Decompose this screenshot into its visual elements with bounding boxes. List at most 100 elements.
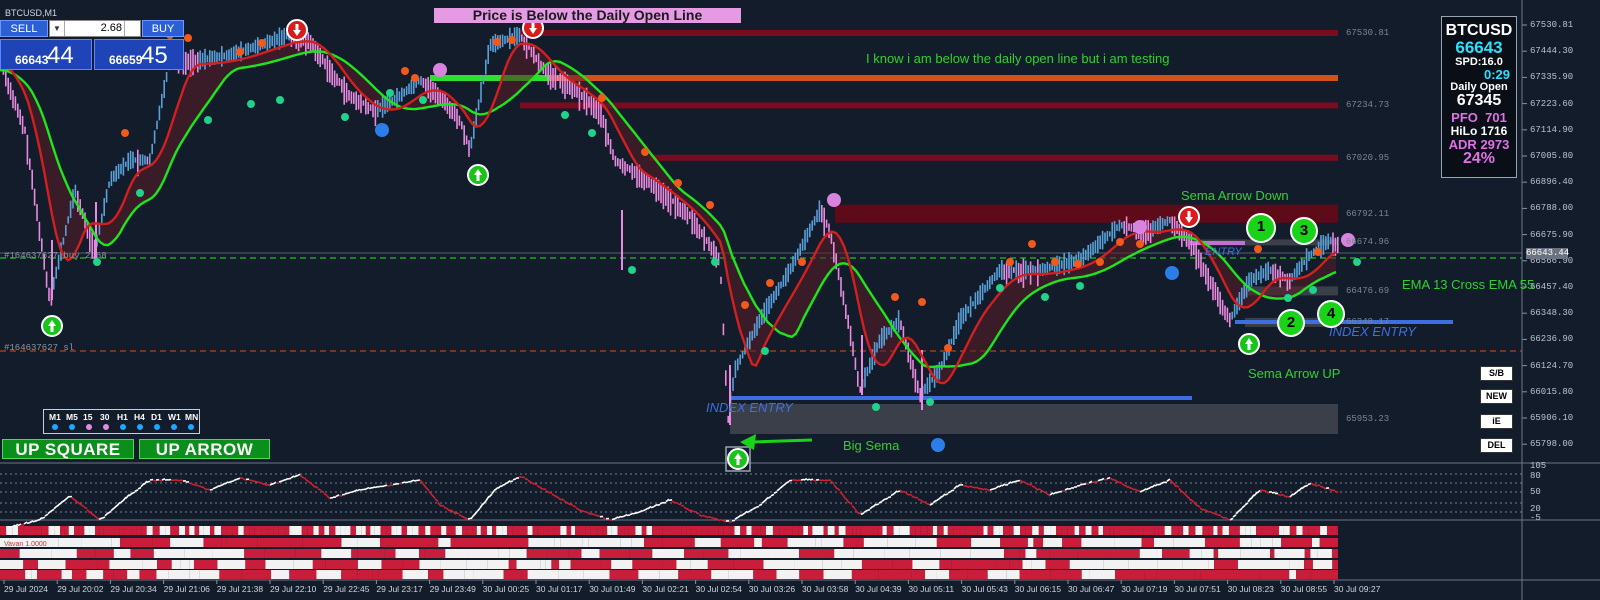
trend-bar-segment	[1049, 549, 1078, 558]
oscillator-segment	[836, 487, 841, 492]
trend-bar-segment	[214, 526, 222, 535]
oscillator-segment	[104, 512, 109, 517]
trend-bar-segment	[768, 549, 800, 558]
oscillator-segment	[233, 478, 238, 482]
sb-button[interactable]: S/B	[1480, 366, 1513, 381]
oscillator-segment	[368, 486, 373, 490]
oscillator-segment	[593, 513, 598, 517]
info-symbol: BTCUSD	[1445, 22, 1513, 39]
trend-bar-segment	[571, 526, 576, 535]
trend-bar-segment	[1201, 549, 1214, 558]
bid-quote[interactable]: 66643 44	[0, 39, 92, 70]
trend-bar-segment	[925, 570, 937, 579]
oscillator-segment	[569, 503, 574, 506]
oscillator-segment	[947, 490, 952, 494]
trend-bar-segment	[628, 526, 636, 535]
oscillator-segment	[137, 486, 142, 490]
oscillator-segment	[518, 475, 523, 479]
swing-low-dot	[926, 398, 934, 406]
trend-bar-segment	[1183, 526, 1189, 535]
oscillator-segment	[323, 492, 328, 497]
time-axis-tick: 29 Jul 21:38	[216, 584, 264, 594]
timeframe-label[interactable]: MN	[185, 412, 198, 422]
timeframe-label[interactable]: W1	[168, 412, 181, 422]
sell-button[interactable]: SELL	[0, 20, 48, 37]
trend-bar-segment	[30, 526, 36, 535]
trend-bar-segment	[189, 570, 200, 579]
trend-bar-segment	[632, 560, 663, 569]
trend-bar-segment	[97, 560, 110, 569]
trend-bar-segment	[293, 560, 313, 569]
trend-bar-segment	[496, 526, 503, 535]
price-chart[interactable]	[0, 0, 1600, 600]
trend-bar-segment	[1103, 526, 1110, 535]
oscillator-segment	[134, 489, 139, 492]
trend-bar-segment	[993, 526, 1000, 535]
oscillator-segment	[503, 481, 508, 486]
buy-button[interactable]: BUY	[142, 20, 184, 37]
sema-arrow-down-3	[1178, 206, 1200, 228]
trend-bar-segment	[899, 526, 906, 535]
trend-bar-segment	[1158, 526, 1165, 535]
trend-bar-segment	[445, 549, 469, 558]
oscillator-segment	[653, 503, 658, 508]
trend-bar-segment	[1031, 560, 1046, 569]
timeframe-label[interactable]: M1	[49, 412, 61, 422]
trend-bar-segment	[58, 538, 82, 547]
trend-bar-segment	[834, 526, 839, 535]
oscillator-segment	[1313, 483, 1318, 487]
timeframe-trend-dot	[120, 424, 126, 430]
trend-bar-segment	[245, 560, 266, 569]
trend-bar-segment	[947, 526, 954, 535]
trend-bar-segment	[419, 560, 441, 569]
timeframe-label[interactable]: D1	[151, 412, 162, 422]
time-axis-tick: 29 Jul 20:02	[57, 584, 104, 594]
sema-arrow-up-label: Sema Arrow UP	[1248, 366, 1341, 381]
lot-size-input[interactable]: ▼ 2.68	[49, 20, 141, 37]
swing-low-dot	[588, 129, 596, 137]
oscillator-segment	[1166, 478, 1171, 482]
timeframe-label[interactable]: H1	[117, 412, 128, 422]
ie-button[interactable]: iE	[1480, 414, 1513, 429]
timeframe-label[interactable]: 30	[100, 412, 109, 422]
trend-bar-segment	[1189, 549, 1202, 558]
oscillator-segment	[893, 490, 898, 495]
timeframe-label[interactable]: M5	[66, 412, 78, 422]
trend-bar-segment	[1019, 570, 1051, 579]
oscillator-segment	[830, 480, 835, 485]
oscillator-segment	[251, 480, 256, 483]
trend-bar-segment	[1217, 526, 1223, 535]
trend-bar-segment	[157, 560, 172, 569]
trend-bar-segment	[1270, 549, 1275, 558]
trend-bar-segment	[527, 526, 533, 535]
trend-bar-segment	[1239, 538, 1252, 547]
trend-bar-segment	[537, 526, 544, 535]
oscillator-segment	[623, 513, 628, 517]
timeframe-label[interactable]: 15	[83, 412, 92, 422]
trend-bar-segment	[264, 549, 274, 558]
trend-bar-segment	[273, 526, 279, 535]
oscillator-segment	[263, 482, 268, 487]
oscillator-segment	[869, 505, 874, 510]
oscillator-segment	[545, 489, 550, 494]
trend-bar-segment	[357, 538, 381, 547]
oscillator-segment	[476, 507, 481, 513]
ask-quote[interactable]: 66659 45	[94, 39, 184, 70]
lot-spin-icon[interactable]	[124, 21, 138, 36]
trend-bar-segment	[0, 570, 26, 579]
trend-bar-segment	[609, 570, 639, 579]
oscillator-segment	[296, 473, 301, 477]
oscillator-segment	[23, 521, 28, 525]
oscillator-segment	[254, 480, 259, 483]
trend-bar-segment	[1154, 526, 1159, 535]
del-button[interactable]: DEL	[1480, 438, 1513, 453]
trend-bar-segment	[341, 570, 358, 579]
oscillator-segment	[992, 487, 997, 490]
trend-bar-segment	[402, 570, 429, 579]
trend-bar-segment	[1213, 526, 1218, 535]
timeframe-label[interactable]: H4	[134, 412, 145, 422]
oscillator-segment	[356, 488, 361, 492]
trend-bar-segment	[652, 549, 685, 558]
new-button[interactable]: NEW	[1480, 389, 1513, 404]
lot-dropdown-icon[interactable]: ▼	[50, 21, 65, 36]
